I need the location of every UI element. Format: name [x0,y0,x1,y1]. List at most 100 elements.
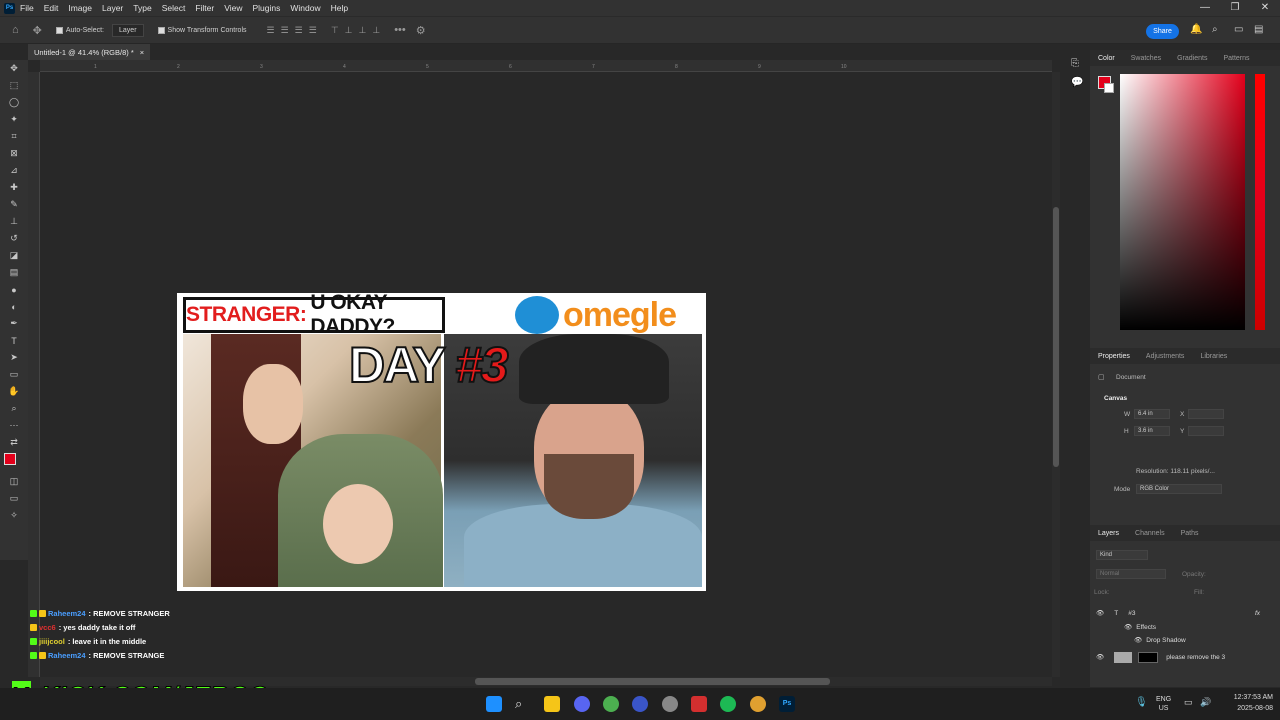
panels-icon[interactable]: ▤ [1254,24,1263,35]
scroll-thumb[interactable] [1053,207,1059,467]
tab-libraries[interactable]: Libraries [1192,353,1235,360]
close-tab-icon[interactable]: × [140,48,144,57]
color-swatches[interactable] [0,451,28,473]
align-top-icon[interactable]: ⊤ [331,25,339,36]
network-icon[interactable]: ▭ [1184,697,1193,708]
search-icon[interactable]: ⌕ [515,696,531,712]
tab-gradients[interactable]: Gradients [1169,55,1215,62]
tab-paths[interactable]: Paths [1173,530,1207,537]
healing-brush-icon[interactable]: ✚ [0,179,28,196]
volume-icon[interactable]: 🔊 [1200,697,1211,708]
align-left-icon[interactable]: ☰ [267,25,275,36]
menu-file[interactable]: File [15,3,39,13]
generative-icon[interactable]: ✧ [0,507,28,524]
layer-row[interactable]: 👁 please remove the 3 [1090,650,1280,664]
menu-edit[interactable]: Edit [39,3,64,13]
lasso-tool-icon[interactable]: ◯ [0,94,28,111]
layer-effects-row[interactable]: 👁 Effects [1090,620,1280,634]
brush-tool-icon[interactable]: ✎ [0,196,28,213]
chrome-icon[interactable] [603,696,619,712]
document-canvas[interactable]: STRANGER: U OKAY DADDY? omegle DAY #3 [177,291,706,591]
eraser-icon[interactable]: ◪ [0,247,28,264]
pen-tool-icon[interactable]: ✒ [0,315,28,332]
app-icon[interactable] [691,696,707,712]
history-icon[interactable]: ⎘ [1071,58,1083,69]
menu-help[interactable]: Help [326,3,353,13]
tab-swatches[interactable]: Swatches [1123,55,1169,62]
frame-tool-icon[interactable]: ⊠ [0,145,28,162]
search-icon[interactable]: ⌕ [1212,24,1218,35]
hand-tool-icon[interactable]: ✋ [0,383,28,400]
menu-type[interactable]: Type [128,3,156,13]
restore-icon[interactable]: ❐ [1220,0,1250,16]
y-field[interactable] [1188,426,1224,436]
home-icon[interactable]: ⌂ [12,24,19,36]
kind-filter-dropdown[interactable]: Kind [1096,550,1148,560]
marquee-tool-icon[interactable]: ⬚ [0,77,28,94]
close-icon[interactable]: ✕ [1250,0,1280,16]
menu-view[interactable]: View [219,3,247,13]
minimize-icon[interactable]: — [1190,0,1220,16]
fx-icon[interactable]: fx [1255,610,1260,617]
photoshop-taskbar-icon[interactable]: Ps [779,696,795,712]
document-tab[interactable]: Untitled-1 @ 41.4% (RGB/8) * × [28,44,151,60]
tab-adjustments[interactable]: Adjustments [1138,353,1193,360]
menu-plugins[interactable]: Plugins [247,3,285,13]
comments-icon[interactable]: 💬 [1071,77,1083,88]
rectangle-tool-icon[interactable]: ▭ [0,366,28,383]
vertical-scrollbar[interactable] [1052,72,1060,677]
spotify-icon[interactable] [720,696,736,712]
more-tools-icon[interactable]: ⋯ [0,417,28,434]
eyedropper-icon[interactable]: ⊿ [0,162,28,179]
gradient-tool-icon[interactable]: ▤ [0,264,28,281]
width-field[interactable]: 6.4 in [1134,409,1170,419]
align-right-icon[interactable]: ☰ [295,25,303,36]
layer-dropdown[interactable]: Layer [112,23,144,37]
blend-mode-dropdown[interactable]: Normal [1096,569,1166,579]
screen-mode-icon[interactable]: ▭ [0,490,28,507]
tab-patterns[interactable]: Patterns [1215,55,1257,62]
app-icon[interactable] [662,696,678,712]
menu-select[interactable]: Select [157,3,191,13]
workspace-icon[interactable]: ▭ [1234,24,1243,35]
chrome-icon[interactable] [750,696,766,712]
magic-wand-icon[interactable]: ✦ [0,111,28,128]
layer-effect-row[interactable]: 👁 Drop Shadow [1090,633,1280,647]
align-center-icon[interactable]: ☰ [281,25,289,36]
browser-icon[interactable] [632,696,648,712]
layer-row[interactable]: 👁 T #3 fx [1090,606,1280,620]
file-explorer-icon[interactable] [544,696,560,712]
move-tool-icon[interactable]: ✥ [33,24,42,37]
share-button[interactable]: Share [1146,24,1179,39]
type-tool-icon[interactable]: T [0,332,28,349]
bell-icon[interactable]: 🔔 [1190,24,1202,35]
windows-start-icon[interactable] [486,696,502,712]
system-clock[interactable]: 12:37:53 AM 2025-08-08 [1218,692,1273,714]
zoom-tool-icon[interactable]: ⌕ [0,400,28,417]
auto-select-checkbox[interactable]: Auto-Select: [55,26,104,34]
crop-tool-icon[interactable]: ⌗ [0,128,28,145]
mode-dropdown[interactable]: RGB Color [1136,484,1222,494]
scroll-thumb[interactable] [475,678,830,685]
show-transform-checkbox[interactable]: Show Transform Controls [157,26,247,34]
x-field[interactable] [1188,409,1224,419]
gear-icon[interactable]: ⚙ [416,24,426,37]
more-options-icon[interactable]: ••• [394,24,406,36]
dodge-tool-icon[interactable]: ◐ [0,298,28,315]
menu-layer[interactable]: Layer [97,3,128,13]
swap-colors-icon[interactable]: ⇄ [0,434,28,451]
distribute-vertical-icon[interactable]: ⊥ [372,25,380,36]
visibility-eye-icon[interactable]: 👁 [1096,653,1104,661]
menu-window[interactable]: Window [285,3,325,13]
microphone-icon[interactable]: 🎙 [1135,697,1148,708]
foreground-color[interactable] [4,453,16,465]
move-tool-icon[interactable]: ✥ [0,60,28,77]
history-brush-icon[interactable]: ↺ [0,230,28,247]
visibility-eye-icon[interactable]: 👁 [1134,636,1142,644]
color-picker-field[interactable] [1120,74,1245,330]
blur-tool-icon[interactable]: ● [0,281,28,298]
tab-color[interactable]: Color [1090,55,1123,62]
tab-layers[interactable]: Layers [1090,530,1127,537]
hue-slider[interactable] [1255,74,1265,330]
language-indicator[interactable]: ENG US [1156,695,1171,713]
